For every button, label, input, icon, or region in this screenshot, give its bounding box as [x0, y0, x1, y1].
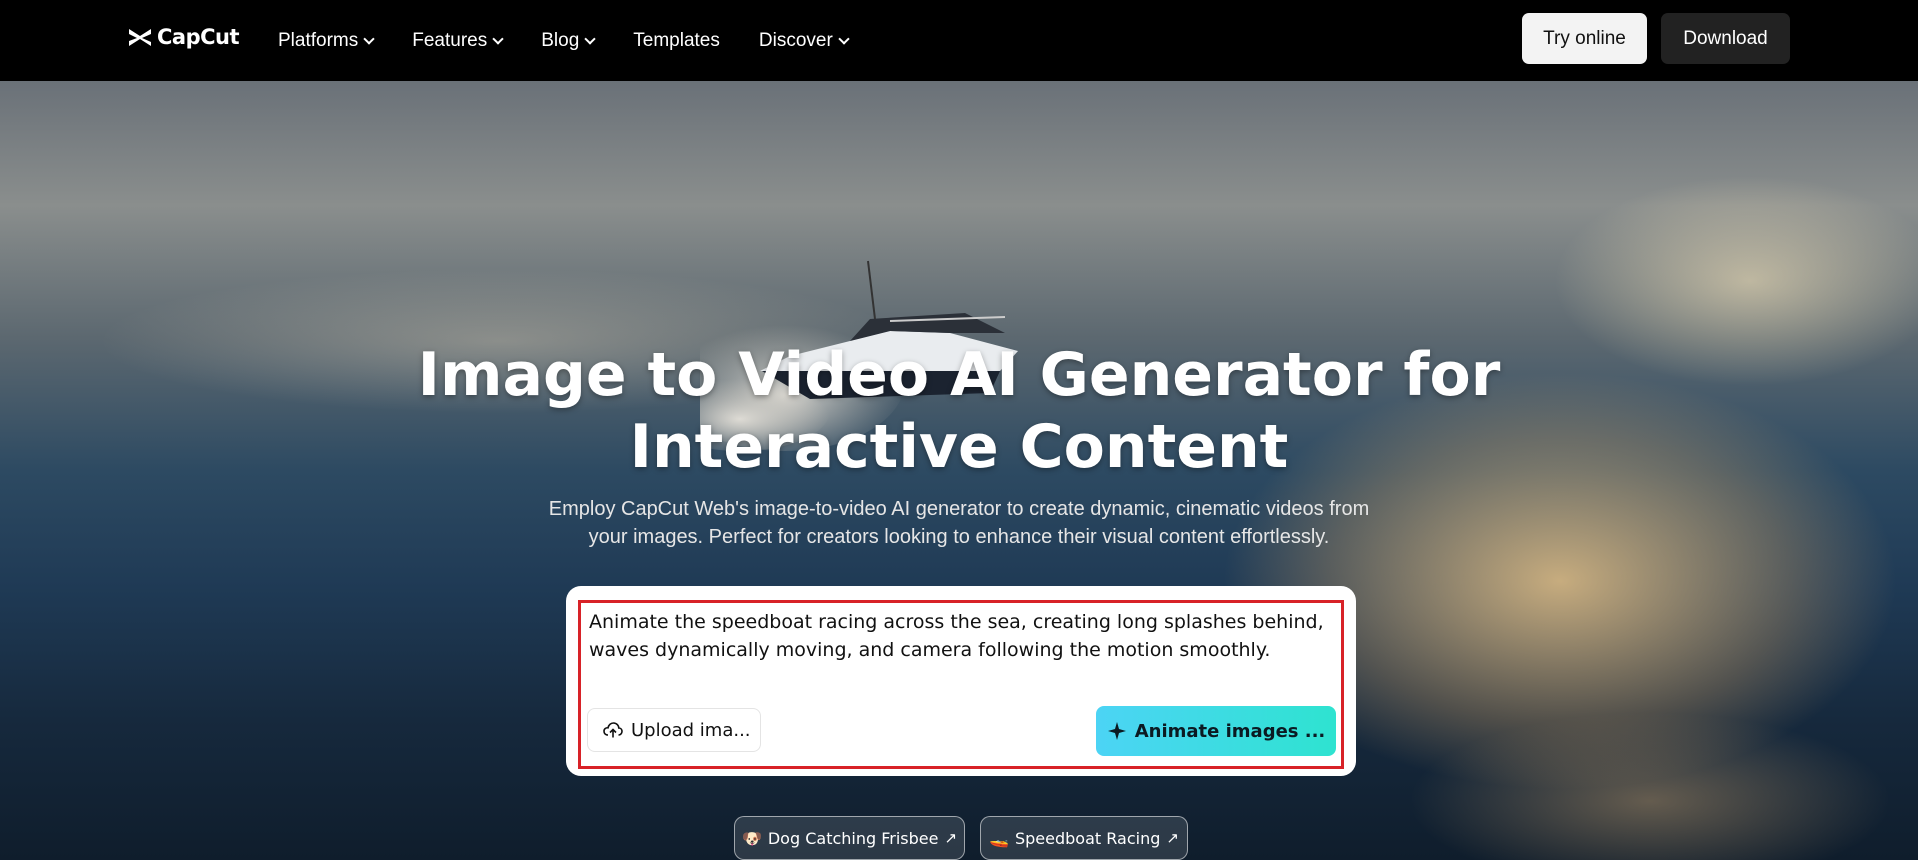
capcut-logo-icon	[129, 29, 151, 46]
nav-links: Platforms Features Blog Templates Discov…	[278, 0, 887, 81]
example-chip-speedboat[interactable]: 🚤 Speedboat Racing ↗	[980, 816, 1188, 860]
chevron-down-icon	[492, 32, 504, 45]
prompt-input[interactable]: Animate the speedboat racing across the …	[589, 608, 1334, 692]
brand-name: CapCut	[157, 25, 240, 49]
nav-templates-label: Templates	[633, 29, 720, 51]
arrow-up-right-icon: ↗	[1166, 829, 1179, 847]
nav-discover[interactable]: Discover	[758, 29, 850, 52]
example-chip-label: Speedboat Racing	[1014, 828, 1161, 848]
nav-features[interactable]: Features	[412, 29, 504, 52]
hero-title: Image to Video AI Generator for Interact…	[0, 339, 1918, 483]
hero-subtitle: Employ CapCut Web's image-to-video AI ge…	[0, 495, 1918, 551]
animate-images-label: Animate images ...	[1134, 720, 1326, 742]
dog-emoji-icon: 🐶	[741, 828, 762, 848]
nav-features-label: Features	[412, 29, 488, 51]
nav-platforms-label: Platforms	[278, 29, 359, 51]
cloud-upload-icon	[603, 722, 623, 738]
nav-discover-label: Discover	[758, 29, 833, 51]
hero-subtitle-line-1: Employ CapCut Web's image-to-video AI ge…	[548, 498, 1370, 520]
speedboat-emoji-icon: 🚤	[989, 828, 1009, 848]
try-online-button[interactable]: Try online	[1522, 13, 1647, 64]
chevron-down-icon	[838, 32, 850, 45]
nav-blog[interactable]: Blog	[541, 29, 596, 52]
top-nav: CapCut Platforms Features Blog Templates…	[0, 0, 1918, 81]
arrow-up-right-icon: ↗	[944, 829, 958, 847]
hero-title-line-1: Image to Video AI Generator for	[417, 340, 1501, 410]
nav-platforms[interactable]: Platforms	[278, 29, 375, 52]
hero-title-line-2: Interactive Content	[629, 412, 1289, 482]
example-chip-label: Dog Catching Frisbee	[767, 828, 939, 848]
nav-templates[interactable]: Templates	[633, 30, 720, 52]
capcut-logo[interactable]: CapCut	[127, 25, 240, 49]
animate-images-button[interactable]: Animate images ...	[1096, 706, 1336, 756]
example-chip-dog-frisbee[interactable]: 🐶 Dog Catching Frisbee ↗	[734, 816, 965, 860]
hero-subtitle-line-2: your images. Perfect for creators lookin…	[588, 526, 1330, 548]
chevron-down-icon	[363, 32, 375, 45]
sparkle-icon	[1107, 722, 1126, 740]
download-button[interactable]: Download	[1661, 13, 1790, 64]
chevron-down-icon	[584, 32, 596, 45]
upload-image-button[interactable]: Upload ima...	[587, 708, 761, 752]
upload-image-label: Upload ima...	[631, 719, 751, 741]
nav-blog-label: Blog	[541, 29, 580, 51]
